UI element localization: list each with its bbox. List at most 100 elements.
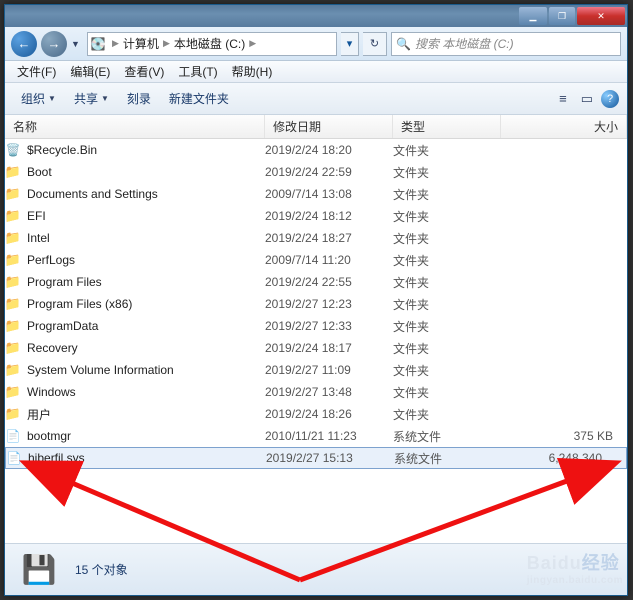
menu-tools[interactable]: 工具(T) [172, 61, 223, 82]
breadcrumb-sep[interactable]: ▶ [245, 38, 260, 49]
burn-button[interactable]: 刻录 [119, 86, 159, 111]
file-name: Boot [27, 165, 52, 179]
file-name: ProgramData [27, 319, 98, 333]
breadcrumb-computer[interactable]: 计算机 [123, 35, 159, 52]
menu-edit[interactable]: 编辑(E) [64, 61, 116, 82]
chevron-down-icon: ▼ [48, 94, 56, 103]
share-button[interactable]: 共享▼ [66, 86, 117, 111]
file-row[interactable]: Boot 2019/2/24 22:59文件夹 [5, 161, 627, 183]
breadcrumb-drive[interactable]: 本地磁盘 (C:) [174, 35, 245, 52]
file-type: 系统文件 [394, 450, 502, 467]
file-type: 系统文件 [393, 428, 501, 445]
organize-button[interactable]: 组织▼ [13, 86, 64, 111]
file-name: System Volume Information [27, 363, 174, 377]
file-date: 2009/7/14 11:20 [265, 253, 393, 267]
file-row[interactable]: Program Files (x86)2019/2/27 12:23文件夹 [5, 293, 627, 315]
breadcrumb-sep[interactable]: ▶ [108, 38, 123, 49]
breadcrumb-sep[interactable]: ▶ [159, 38, 174, 49]
toolbar: 组织▼ 共享▼ 刻录 新建文件夹 ≡ ▭ ? [5, 83, 627, 115]
help-button[interactable]: ? [601, 90, 619, 108]
search-input[interactable]: 🔍 搜索 本地磁盘 (C:) [391, 32, 621, 56]
file-size: 375 KB [501, 429, 627, 443]
folder-icon [5, 208, 21, 224]
folder-icon [5, 362, 21, 378]
file-row[interactable]: bootmgr2010/11/21 11:23系统文件375 KB [5, 425, 627, 447]
menu-view[interactable]: 查看(V) [118, 61, 170, 82]
file-list[interactable]: $Recycle.Bin2019/2/24 18:20文件夹 Boot 2019/2… [5, 139, 627, 529]
file-date: 2019/2/24 22:55 [265, 275, 393, 289]
header-size[interactable]: 大小 [501, 115, 627, 138]
file-type: 文件夹 [393, 186, 501, 203]
header-name[interactable]: 名称 [5, 115, 265, 138]
file-icon [5, 428, 21, 444]
file-row[interactable]: EFI2019/2/24 18:12文件夹 [5, 205, 627, 227]
close-button[interactable]: ✕ [577, 7, 625, 25]
file-date: 2019/2/24 18:26 [265, 407, 393, 421]
search-placeholder: 搜索 本地磁盘 (C:) [415, 35, 514, 52]
file-type: 文件夹 [393, 230, 501, 247]
new-folder-button[interactable]: 新建文件夹 [161, 86, 237, 111]
file-date: 2019/2/27 12:33 [265, 319, 393, 333]
file-name: $Recycle.Bin [27, 143, 97, 157]
file-row[interactable]: $Recycle.Bin2019/2/24 18:20文件夹 [5, 139, 627, 161]
file-type: 文件夹 [393, 406, 501, 423]
file-row[interactable]: Recovery2019/2/24 18:17文件夹 [5, 337, 627, 359]
file-name: 用户 [27, 406, 51, 423]
refresh-button[interactable]: ↻ [363, 32, 387, 56]
file-row[interactable]: System Volume Information 2019/2/27 11:09… [5, 359, 627, 381]
address-dropdown[interactable]: ▾ [341, 32, 359, 56]
file-row[interactable]: Windows 2019/2/27 13:48文件夹 [5, 381, 627, 403]
file-name: EFI [27, 209, 46, 223]
file-size: 6,248,340... [502, 451, 626, 465]
folder-icon [5, 164, 21, 180]
file-type: 文件夹 [393, 384, 501, 401]
folder-icon [5, 406, 21, 422]
folder-icon [5, 340, 21, 356]
menu-file[interactable]: 文件(F) [11, 61, 62, 82]
nav-bar: ← → ▼ 💽 ▶ 计算机 ▶ 本地磁盘 (C:) ▶ ▾ ↻ 🔍 搜索 本地磁… [5, 27, 627, 61]
file-type: 文件夹 [393, 340, 501, 357]
file-row[interactable]: PerfLogs2009/7/14 11:20文件夹 [5, 249, 627, 271]
preview-pane-button[interactable]: ▭ [575, 91, 599, 107]
forward-button[interactable]: → [41, 31, 67, 57]
file-name: bootmgr [27, 429, 71, 443]
header-type[interactable]: 类型 [393, 115, 501, 138]
file-row[interactable]: hiberfil.sys 2019/2/27 15:13系统文件6,248,340… [5, 447, 627, 469]
file-row[interactable]: Program Files2019/2/24 22:55文件夹 [5, 271, 627, 293]
file-icon [6, 450, 22, 466]
folder-icon [5, 230, 21, 246]
minimize-button[interactable]: ▁ [519, 7, 547, 25]
file-type: 文件夹 [393, 164, 501, 181]
file-name: Windows [27, 385, 76, 399]
file-row[interactable]: ProgramData2019/2/27 12:33文件夹 [5, 315, 627, 337]
file-date: 2019/2/27 15:13 [266, 451, 394, 465]
folder-icon [5, 274, 21, 290]
file-name: hiberfil.sys [28, 451, 85, 465]
file-name: Program Files (x86) [27, 297, 132, 311]
file-row[interactable]: Intel2019/2/24 18:27文件夹 [5, 227, 627, 249]
chevron-down-icon: ▼ [101, 94, 109, 103]
file-type: 文件夹 [393, 296, 501, 313]
file-row[interactable]: 用户 2019/2/24 18:26文件夹 [5, 403, 627, 425]
address-bar[interactable]: 💽 ▶ 计算机 ▶ 本地磁盘 (C:) ▶ [87, 32, 337, 56]
file-name: Documents and Settings [27, 187, 158, 201]
file-date: 2019/2/24 22:59 [265, 165, 393, 179]
title-bar[interactable]: ▁ ❐ ✕ [5, 5, 627, 27]
menu-help[interactable]: 帮助(H) [226, 61, 279, 82]
file-row[interactable]: Documents and Settings 2009/7/14 13:08文件夹 [5, 183, 627, 205]
watermark: Baidu经验 jingyan.baidu.com [527, 549, 623, 586]
folder-icon [5, 318, 21, 334]
view-mode-button[interactable]: ≡ [553, 91, 573, 106]
file-type: 文件夹 [393, 252, 501, 269]
file-date: 2019/2/27 13:48 [265, 385, 393, 399]
header-date[interactable]: 修改日期 [265, 115, 393, 138]
nav-history-dropdown[interactable]: ▼ [71, 39, 83, 49]
file-type: 文件夹 [393, 362, 501, 379]
maximize-button[interactable]: ❐ [549, 7, 575, 25]
file-date: 2019/2/27 11:09 [265, 363, 393, 377]
file-date: 2009/7/14 13:08 [265, 187, 393, 201]
folder-icon [5, 186, 21, 202]
back-button[interactable]: ← [11, 31, 37, 57]
file-type: 文件夹 [393, 274, 501, 291]
folder-icon [5, 296, 21, 312]
